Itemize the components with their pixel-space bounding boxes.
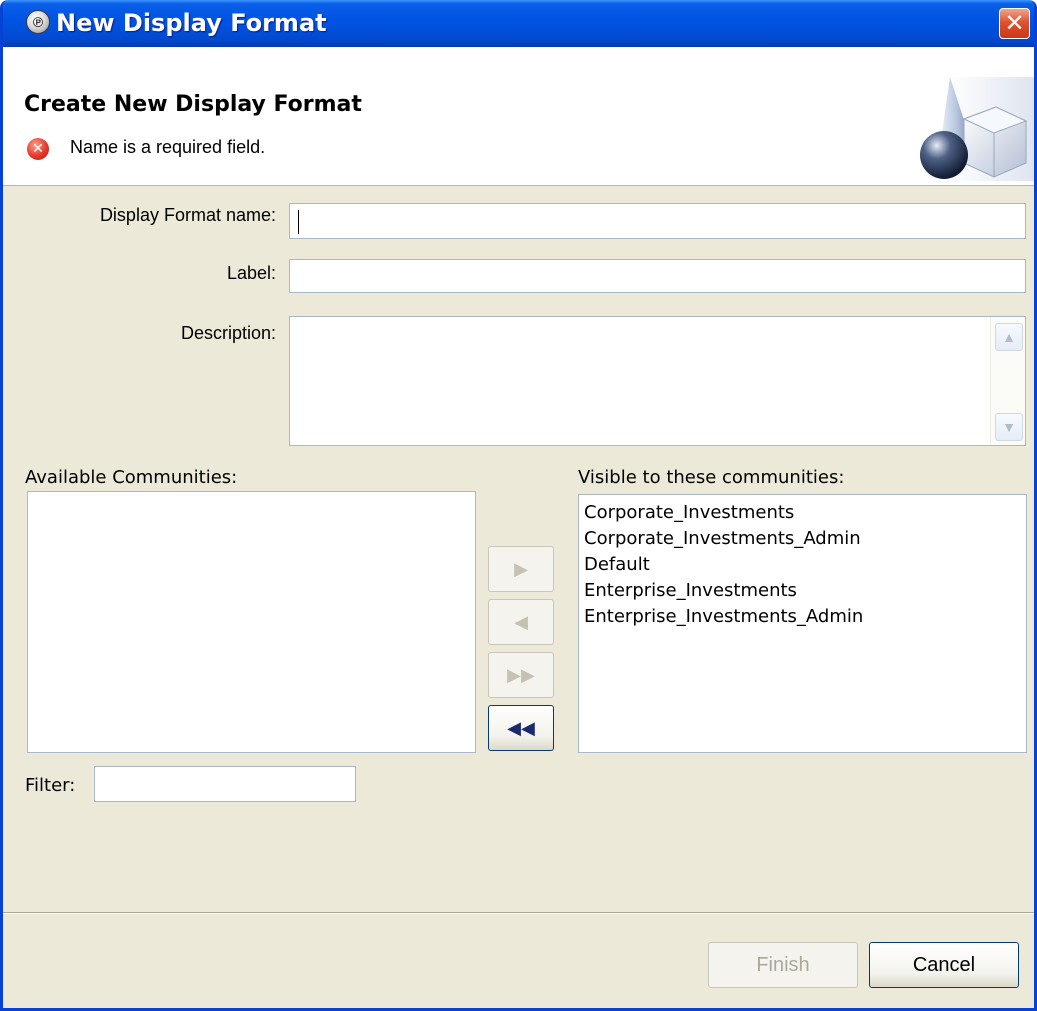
error-message: Name is a required field. xyxy=(70,137,266,157)
add-all-button[interactable]: ▶▶ xyxy=(488,652,554,698)
button-bar-divider xyxy=(3,912,1034,914)
error-icon: ✕ xyxy=(27,138,49,160)
remove-all-button[interactable]: ◀◀ xyxy=(488,705,554,751)
list-item[interactable]: Enterprise_Investments_Admin xyxy=(579,604,1026,630)
page-title: Create New Display Format xyxy=(24,92,362,117)
chevron-up-icon: ▲ xyxy=(1002,329,1016,345)
error-glyph: ✕ xyxy=(32,141,44,157)
app-icon: ℗ xyxy=(26,10,50,34)
description-label: Description: xyxy=(180,323,276,343)
arrow-left-icon: ◀ xyxy=(514,612,528,632)
label-field-label: Label: xyxy=(226,263,276,283)
add-button[interactable]: ▶ xyxy=(488,546,554,592)
list-item[interactable]: Default xyxy=(579,552,1026,578)
arrow-right-icon: ▶ xyxy=(514,559,528,579)
filter-label: Filter: xyxy=(25,775,76,796)
list-item[interactable]: Corporate_Investments_Admin xyxy=(579,526,1026,552)
scroll-down-button[interactable]: ▼ xyxy=(995,413,1023,441)
close-icon: ✕ xyxy=(1004,9,1025,37)
visible-communities-label: Visible to these communities: xyxy=(578,467,845,488)
available-communities-list[interactable] xyxy=(27,491,476,753)
window-title: New Display Format xyxy=(56,9,327,37)
list-item[interactable]: Corporate_Investments xyxy=(579,500,1026,526)
double-arrow-left-icon: ◀◀ xyxy=(507,718,535,738)
shapes-graphic-icon xyxy=(920,77,1034,181)
display-format-name-label: Display Format name: xyxy=(99,205,276,225)
text-caret xyxy=(298,210,299,234)
description-scrollbar[interactable]: ▲ ▼ xyxy=(990,317,1025,445)
double-arrow-right-icon: ▶▶ xyxy=(507,665,535,685)
filter-input[interactable] xyxy=(94,766,356,802)
remove-button[interactable]: ◀ xyxy=(488,599,554,645)
finish-button[interactable]: Finish xyxy=(708,942,858,988)
header-banner: Create New Display Format ✕ Name is a re… xyxy=(3,47,1034,186)
title-bar[interactable]: ℗ New Display Format ✕ xyxy=(3,0,1034,47)
list-item[interactable]: Enterprise_Investments xyxy=(579,578,1026,604)
label-input[interactable] xyxy=(289,259,1026,293)
display-format-name-input[interactable] xyxy=(289,203,1026,239)
description-textarea[interactable]: ▲ ▼ xyxy=(289,316,1026,446)
dialog-window: ℗ New Display Format ✕ Create New Displa… xyxy=(0,0,1037,1011)
chevron-down-icon: ▼ xyxy=(1002,419,1016,435)
scroll-up-button[interactable]: ▲ xyxy=(995,323,1023,351)
available-communities-label: Available Communities: xyxy=(25,467,238,488)
close-button[interactable]: ✕ xyxy=(999,8,1030,39)
cancel-button[interactable]: Cancel xyxy=(869,942,1019,988)
visible-communities-list[interactable]: Corporate_Investments Corporate_Investme… xyxy=(578,494,1027,753)
